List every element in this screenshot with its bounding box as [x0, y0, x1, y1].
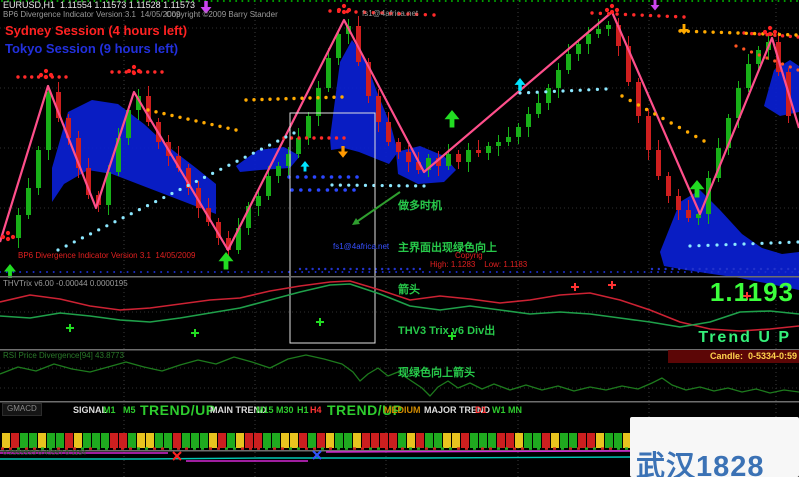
candle-countdown-badge: Candle: 0-5334-0:59: [668, 350, 799, 363]
mt4-chart-window: EURUSD,H1 1.11554 1.11573 1.11528 1.1157…: [0, 0, 799, 477]
bottom-indicator-label: 0.2999935 0.45997 0.1194: [3, 450, 87, 457]
tf-w1: W1: [492, 405, 506, 415]
tf-h4: H4: [310, 405, 322, 415]
tf-m30: M30: [276, 405, 294, 415]
tf-m1: M1: [103, 405, 116, 415]
indicator-version-label: BP6 Divergence Indicator Version 3.1 14/…: [3, 10, 181, 19]
author-email-label: fs1@4africa.net: [362, 9, 419, 18]
tf-d1: D1: [475, 405, 487, 415]
signal-label: SIGNAL: [73, 405, 108, 415]
annotation-line: THV3 Trix v6 Div出: [398, 325, 496, 338]
current-price-display: 1.1193: [709, 277, 794, 307]
tf-m5: M5: [123, 405, 136, 415]
watermark-line1: 武汉1828: [636, 451, 765, 477]
annotation-line: 现绿色向上箭头: [398, 366, 475, 379]
email-overlay: fs1@4africa.net: [333, 242, 390, 251]
tf-mn: MN: [508, 405, 522, 415]
annotation-line: 主界面出现绿色向上: [398, 241, 497, 254]
copyright-label: Copyright ©2009 Barry Stander: [166, 10, 278, 19]
trend-up-label: Trend U P: [698, 329, 791, 346]
bp6-overlay-label: BP6 Divergence Indicator Version 3.1 14/…: [18, 251, 196, 260]
medium-label: MEDIUM: [384, 405, 421, 415]
annotation-line: 箭头: [398, 283, 420, 296]
chinese-annotation: 做多时机 主界面出现绿色向上 箭头 THV3 Trix v6 Div出 现绿色向…: [398, 176, 497, 409]
sydney-session-label: Sydney Session (4 hours left): [5, 23, 188, 38]
tf-h1: H1: [297, 405, 309, 415]
tf-m15: M15: [256, 405, 274, 415]
gmacd-indicator-label: GMACD: [2, 403, 42, 416]
watermark-box: 武汉1828 whl828.com: [630, 417, 799, 477]
thvtrix-indicator-label: THVTrix v6.00 -0.00044 0.0000195: [3, 279, 128, 288]
tokyo-session-label: Tokyo Session (9 hours left): [5, 41, 179, 56]
bottom-indicator-lines: [0, 450, 633, 462]
annotation-line: 做多时机: [398, 200, 442, 213]
rsi-indicator-label: RSI Price Divergence[94] 43.8773: [3, 351, 124, 360]
signal-trend-value: TREND/UP: [140, 402, 216, 418]
